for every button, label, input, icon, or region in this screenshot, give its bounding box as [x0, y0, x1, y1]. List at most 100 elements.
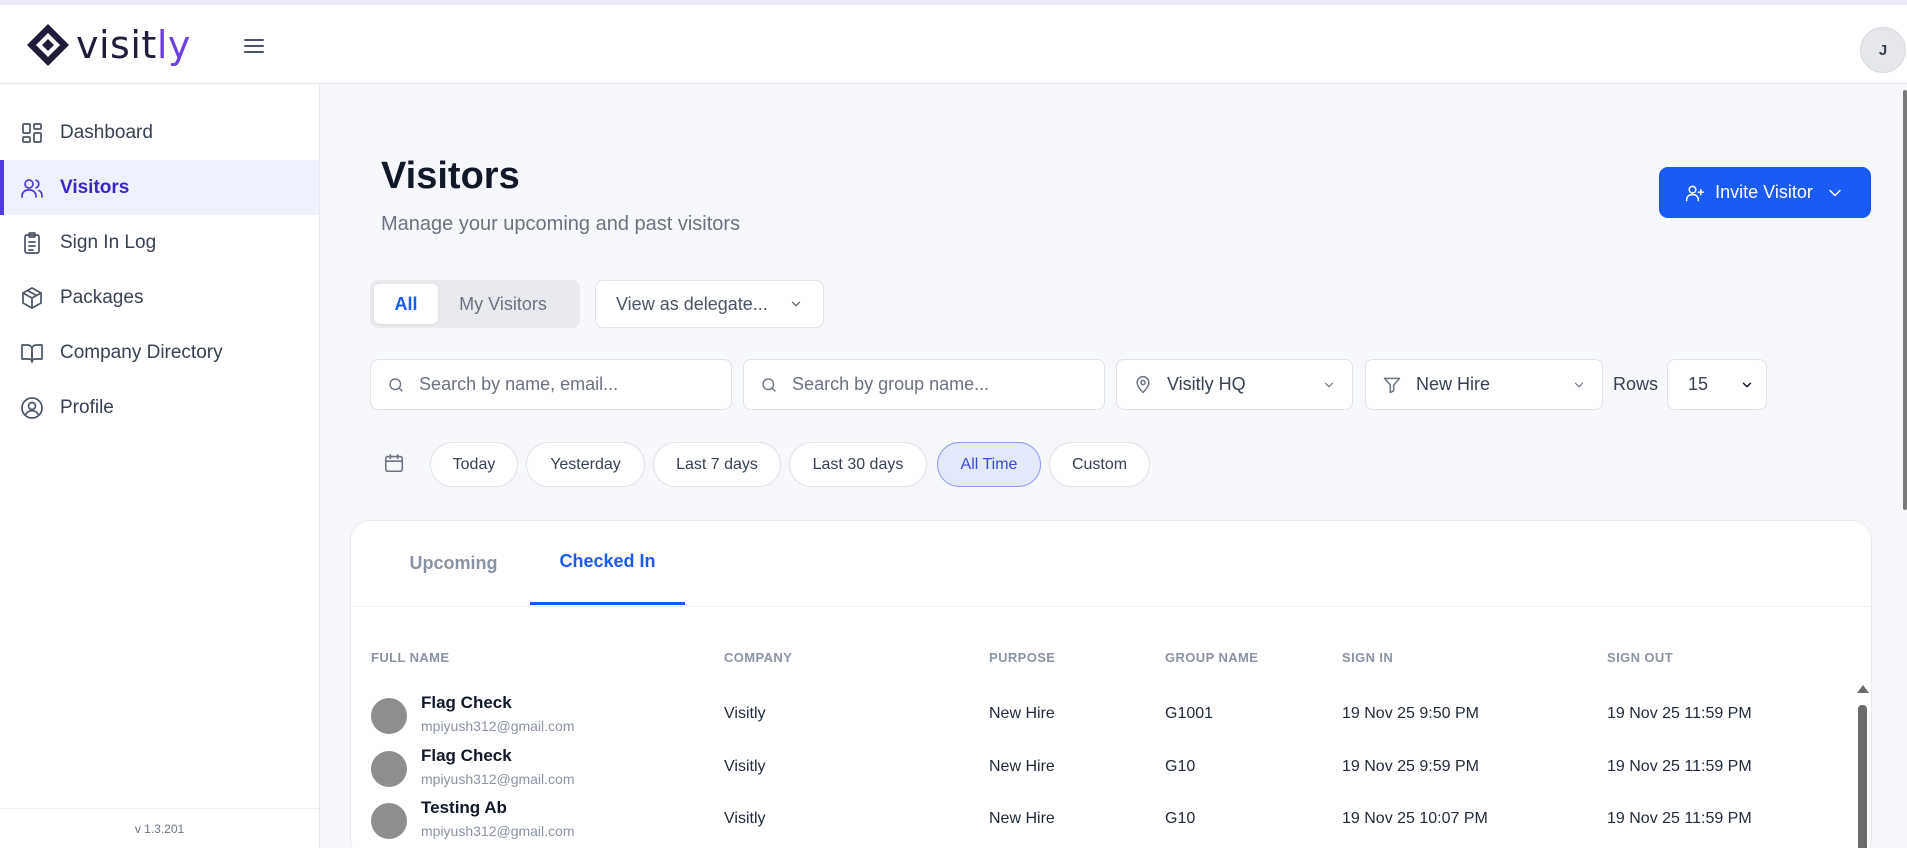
sidebar-item-profile[interactable]: Profile	[0, 380, 319, 435]
book-icon	[21, 343, 43, 363]
sidebar-item-visitors[interactable]: Visitors	[0, 160, 319, 215]
main-content: Visitors Manage your upcoming and past v…	[321, 85, 1907, 848]
sidebar-item-label: Packages	[60, 286, 144, 308]
sidebar-item-label: Profile	[60, 396, 114, 418]
chevron-down-icon	[791, 301, 801, 307]
top-bar: visitly J	[0, 5, 1907, 84]
page-scrollbar-thumb[interactable]	[1903, 90, 1907, 510]
sidebar-item-label: Visitors	[60, 176, 130, 198]
column-header-full-name[interactable]: FULL NAME	[371, 650, 449, 665]
search-group-input[interactable]	[792, 374, 1088, 395]
search-icon	[389, 377, 403, 392]
invite-visitor-label: Invite Visitor	[1715, 182, 1813, 202]
package-icon	[22, 286, 42, 309]
logo-diamond-icon	[27, 24, 69, 66]
column-header-sign-in[interactable]: SIGN IN	[1342, 650, 1393, 665]
invite-visitor-button[interactable]: Invite Visitor	[1659, 167, 1871, 218]
table-row[interactable]: Flag Check mpiyush312@gmail.com Visitly …	[351, 743, 1831, 795]
table-scrollbar[interactable]	[1856, 685, 1869, 848]
visitor-group: G1001	[1165, 705, 1214, 722]
chevron-down-icon	[1324, 382, 1334, 387]
visitor-purpose: New Hire	[989, 758, 1055, 775]
search-group-field[interactable]	[743, 359, 1105, 410]
visitor-purpose: New Hire	[989, 810, 1055, 827]
sidebar-item-dashboard[interactable]: Dashboard	[0, 105, 319, 160]
visitor-company: Visitly	[724, 758, 766, 775]
rows-per-page-value: 15	[1688, 374, 1709, 394]
logo-wordmark: visitly	[76, 23, 191, 67]
visitor-email: mpiyush312@gmail.com	[421, 718, 575, 734]
view-as-delegate-dropdown[interactable]: View as delegate...	[595, 280, 824, 328]
table-row[interactable]: Flag Check mpiyush312@gmail.com Visitly …	[351, 690, 1831, 742]
page-title: Visitors	[381, 155, 520, 197]
date-filter-all-time[interactable]: All Time	[937, 442, 1041, 487]
date-filter-last-7-days[interactable]: Last 7 days	[653, 442, 781, 487]
visitor-sign-in: 19 Nov 25 9:50 PM	[1342, 705, 1479, 722]
column-header-company[interactable]: COMPANY	[724, 650, 792, 665]
tab-checked-in[interactable]: Checked In	[530, 521, 685, 605]
purpose-filter-select[interactable]: New Hire	[1365, 359, 1603, 410]
visitor-email: mpiyush312@gmail.com	[421, 771, 575, 787]
clipboard-icon	[24, 231, 40, 254]
search-icon	[762, 377, 776, 392]
sidebar-item-packages[interactable]: Packages	[0, 270, 319, 325]
menu-toggle-icon[interactable]	[242, 35, 266, 59]
date-filter-custom[interactable]: Custom	[1049, 442, 1150, 487]
rows-per-page-select[interactable]: 15	[1667, 359, 1767, 410]
visitor-sign-out: 19 Nov 25 11:59 PM	[1607, 758, 1752, 775]
visitly-logo[interactable]: visitly	[24, 21, 191, 69]
date-filter-yesterday[interactable]: Yesterday	[526, 442, 645, 487]
map-pin-icon	[1136, 375, 1150, 393]
visitor-sign-in: 19 Nov 25 9:59 PM	[1342, 758, 1479, 775]
column-header-sign-out[interactable]: SIGN OUT	[1607, 650, 1673, 665]
visitor-name: Flag Check	[421, 693, 512, 712]
sidebar-item-label: Sign In Log	[60, 231, 157, 253]
sidebar-item-label: Company Directory	[60, 341, 223, 363]
chevron-down-icon	[1829, 189, 1841, 196]
visitor-name: Testing Ab	[421, 798, 507, 817]
sidebar-item-company-directory[interactable]: Company Directory	[0, 325, 319, 380]
location-value: Visitly HQ	[1167, 374, 1246, 394]
filter-icon	[1383, 377, 1401, 393]
visitor-email: mpiyush312@gmail.com	[421, 823, 575, 839]
purpose-filter-value: New Hire	[1416, 374, 1491, 394]
visitor-group: G10	[1165, 758, 1196, 775]
visitor-scope-toggle: All My Visitors	[370, 280, 580, 328]
visitor-group: G10	[1165, 810, 1196, 827]
visitor-company: Visitly	[724, 705, 766, 722]
search-name-input[interactable]	[419, 374, 715, 395]
table-scrollbar-thumb[interactable]	[1858, 705, 1867, 848]
scroll-up-arrow-icon[interactable]	[1857, 685, 1869, 693]
page-subtitle: Manage your upcoming and past visitors	[381, 213, 741, 235]
users-icon	[21, 178, 43, 198]
column-header-group-name[interactable]: GROUP NAME	[1165, 650, 1258, 665]
visitor-avatar	[371, 698, 407, 734]
user-circle-icon	[21, 396, 43, 419]
user-avatar[interactable]: J	[1860, 27, 1906, 73]
chevron-down-icon	[1574, 382, 1584, 387]
visitor-sign-out: 19 Nov 25 11:59 PM	[1607, 705, 1752, 722]
visitor-avatar	[371, 803, 407, 839]
location-select[interactable]: Visitly HQ	[1116, 359, 1353, 410]
tab-upcoming[interactable]: Upcoming	[381, 521, 526, 605]
visitor-sign-out: 19 Nov 25 11:59 PM	[1607, 810, 1752, 827]
sidebar: Dashboard Visitors Sign In Log Packages …	[0, 85, 320, 848]
date-filter-today[interactable]: Today	[430, 442, 518, 487]
sidebar-item-sign-in-log[interactable]: Sign In Log	[0, 215, 319, 270]
column-header-purpose[interactable]: PURPOSE	[989, 650, 1055, 665]
dashboard-icon	[22, 122, 42, 143]
user-plus-icon	[1686, 185, 1705, 201]
delegate-dropdown-label: View as delegate...	[616, 293, 768, 314]
date-filter-last-30-days[interactable]: Last 30 days	[789, 442, 927, 487]
visitor-sign-in: 19 Nov 25 10:07 PM	[1342, 810, 1488, 827]
table-row[interactable]: Testing Ab mpiyush312@gmail.com Visitly …	[351, 795, 1831, 847]
calendar-icon[interactable]	[383, 452, 405, 474]
search-name-field[interactable]	[370, 359, 732, 410]
toggle-all[interactable]: All	[374, 284, 438, 324]
visitor-name: Flag Check	[421, 746, 512, 765]
sidebar-item-label: Dashboard	[60, 121, 153, 143]
version-label: v 1.3.201	[0, 808, 319, 848]
toggle-my-visitors[interactable]: My Visitors	[438, 284, 568, 324]
chevron-down-icon	[1742, 381, 1752, 388]
tab-divider	[351, 606, 1871, 607]
